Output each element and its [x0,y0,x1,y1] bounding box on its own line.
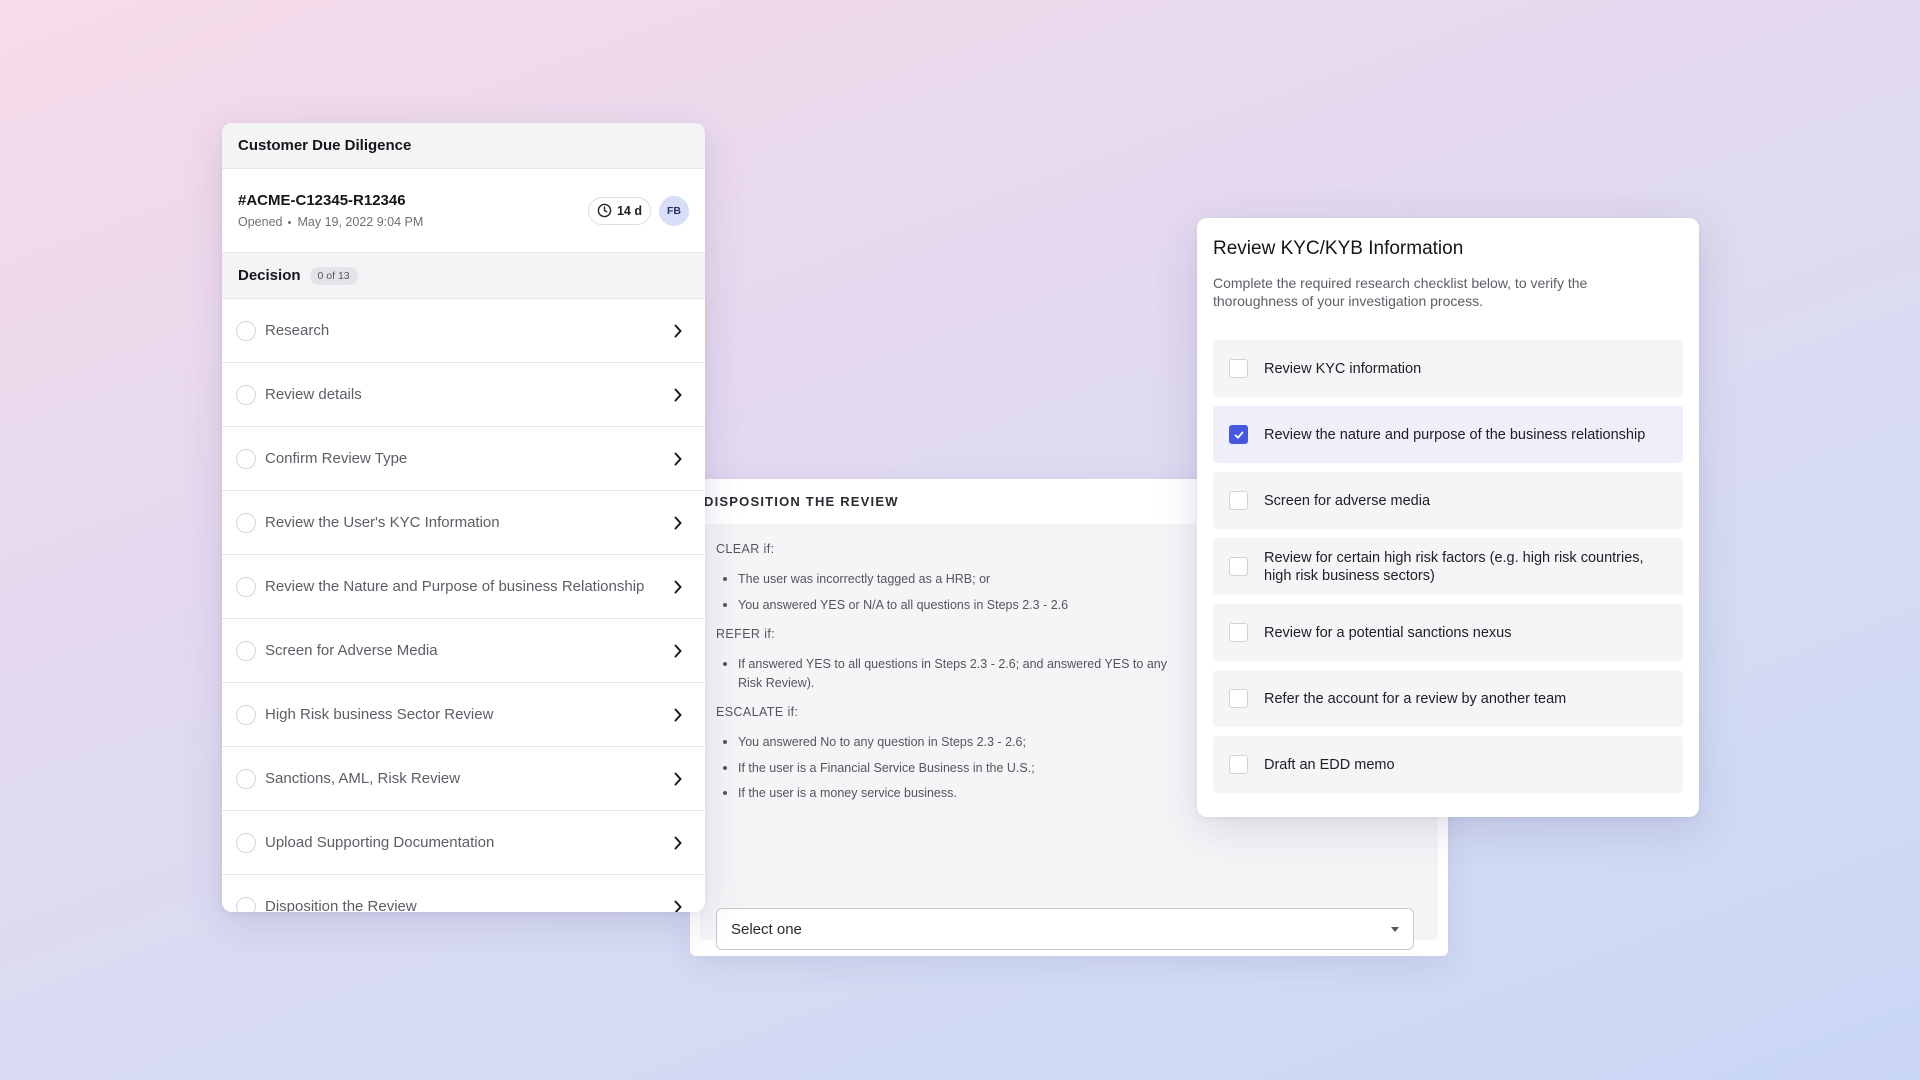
checklist-item[interactable]: Screen for adverse media [1213,472,1683,529]
checklist-item[interactable]: Review for a potential sanctions nexus [1213,604,1683,661]
checklist-item-label: Screen for adverse media [1264,492,1431,509]
step-item[interactable]: Research [222,299,705,363]
step-item[interactable]: Sanctions, AML, Risk Review [222,747,705,811]
steps-list: Research Review details Confirm Review Typ… [222,299,705,912]
opened-label: Opened [238,215,283,229]
step-item[interactable]: Screen for Adverse Media [222,619,705,683]
disposition-select[interactable]: Select one [716,908,1414,950]
step-label: Upload Supporting Documentation [265,834,495,851]
disposition-select-wrapper: Select one [716,908,1414,983]
step-label: Review details [265,386,362,403]
checkbox[interactable] [1229,359,1248,378]
list-item: If the user is a Financial Service Busin… [716,759,1176,778]
list-item: You answered YES or N/A to all questions… [716,596,1176,615]
step-label: Research [265,322,330,339]
case-opened-meta: Opened May 19, 2022 9:04 PM [238,215,423,229]
chevron-right-icon [671,644,685,658]
chevron-right-icon [671,708,685,722]
checklist-item-label: Review KYC information [1264,360,1422,377]
list-item: The user was incorrectly tagged as a HRB… [716,570,1176,589]
chevron-right-icon [671,324,685,338]
status-circle-icon [236,448,256,469]
status-circle-icon [236,768,256,789]
list-item: You answered No to any question in Steps… [716,733,1176,752]
case-header: #ACME-C12345-R12346 Opened May 19, 2022 … [222,169,705,253]
checklist-item[interactable]: Review KYC information [1213,340,1683,397]
checklist-item[interactable]: Draft an EDD memo [1213,736,1683,793]
checklist-item-label: Review for a potential sanctions nexus [1264,624,1512,641]
step-label: Screen for Adverse Media [265,642,438,659]
checklist-item-label: Refer the account for a review by anothe… [1264,690,1567,707]
age-timer-value: 14 d [616,203,642,218]
checklist-item[interactable]: Refer the account for a review by anothe… [1213,670,1683,727]
checklist-item[interactable]: Review for certain high risk factors (e.… [1213,538,1683,595]
progress-count-badge: 0 of 13 [309,266,358,285]
checklist-item-label: Review for certain high risk factors (e.… [1264,549,1644,584]
customer-due-diligence-panel: Customer Due Diligence #ACME-C12345-R123… [222,123,705,912]
checkbox[interactable] [1229,557,1248,576]
step-label: Sanctions, AML, Risk Review [265,770,461,787]
status-circle-icon [236,576,256,597]
step-label: Disposition the Review [265,898,417,912]
step-item[interactable]: Review the Nature and Purpose of busines… [222,555,705,619]
list-item: If the user is a money service business. [716,784,1176,803]
checkbox[interactable] [1229,755,1248,774]
decision-header: Decision 0 of 13 [222,253,705,299]
kyc-title: Review KYC/KYB Information [1213,238,1464,259]
checklist-item-label: Review the nature and purpose of the bus… [1264,426,1646,443]
separator-dot [288,220,292,224]
chevron-right-icon [671,452,685,466]
step-item[interactable]: Disposition the Review [222,875,705,912]
opened-date: May 19, 2022 9:04 PM [297,215,424,229]
checklist-item[interactable]: Review the nature and purpose of the bus… [1213,406,1683,463]
chevron-right-icon [671,772,685,786]
avatar[interactable]: FB [659,195,689,226]
chevron-right-icon [671,580,685,594]
status-circle-icon [236,512,256,533]
caret-down-icon [1391,926,1399,932]
status-circle-icon [236,320,256,341]
chevron-right-icon [671,516,685,530]
status-circle-icon [236,640,256,661]
checkbox[interactable] [1229,623,1248,642]
step-item[interactable]: High Risk business Sector Review [222,683,705,747]
age-timer-badge: 14 d [587,196,651,225]
checklist: Review KYC information Review the nature … [1213,340,1683,793]
chevron-right-icon [671,836,685,850]
step-label: Review the User's KYC Information [265,514,500,531]
review-kyc-panel: Review KYC/KYB Information Complete the … [1197,218,1699,817]
step-label: High Risk business Sector Review [265,706,494,723]
status-circle-icon [236,384,256,405]
panel-title: Customer Due Diligence [222,123,705,169]
step-item[interactable]: Review details [222,363,705,427]
step-item[interactable]: Review the User's KYC Information [222,491,705,555]
decision-label: Decision [238,267,301,284]
case-id: #ACME-C12345-R12346 [238,192,406,209]
step-item[interactable]: Upload Supporting Documentation [222,811,705,875]
step-label: Review the Nature and Purpose of busines… [265,578,645,595]
list-item: If answered YES to all questions in Step… [716,655,1176,692]
status-circle-icon [236,704,256,725]
checkbox[interactable] [1229,491,1248,510]
kyc-description: Complete the required research checklist… [1213,275,1588,309]
clock-icon [597,203,612,218]
select-value: Select one [731,920,802,938]
step-item[interactable]: Confirm Review Type [222,427,705,491]
step-label: Confirm Review Type [265,450,408,467]
status-circle-icon [236,832,256,853]
status-circle-icon [236,896,256,912]
checklist-item-label: Draft an EDD memo [1264,756,1395,773]
checkbox[interactable] [1229,425,1248,444]
checkbox[interactable] [1229,689,1248,708]
chevron-right-icon [671,388,685,402]
chevron-right-icon [671,900,685,912]
checkmark-icon [1234,431,1243,439]
